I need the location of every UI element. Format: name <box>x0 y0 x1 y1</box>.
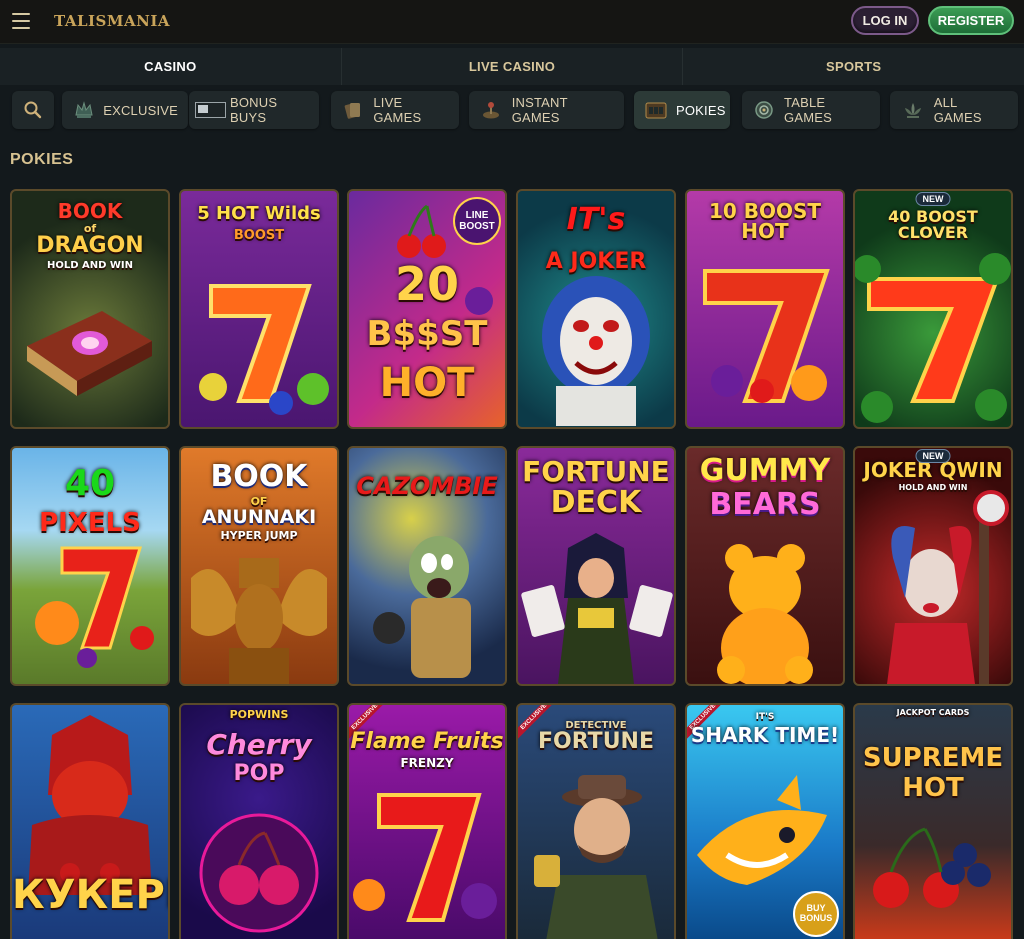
category-label: INSTANT GAMES <box>511 95 568 125</box>
game-title: IT'S <box>755 712 775 722</box>
category-label: EXCLUSIVE <box>103 102 178 118</box>
logo[interactable]: TALISMANIA <box>54 12 170 30</box>
tab-sports[interactable]: SPORTS <box>683 48 1024 85</box>
buy-bonus-badge: BUY BONUS <box>793 891 839 937</box>
category-all-games[interactable]: ALL GAMES <box>890 91 1018 129</box>
joystick-icon <box>479 99 504 121</box>
game-title: CAZOMBIE <box>356 472 498 500</box>
game-title: GUMMY <box>699 453 831 488</box>
category-label: BONUS BUYS <box>229 95 278 125</box>
cards-icon <box>341 99 365 121</box>
game-title: 20 <box>394 257 459 311</box>
game-tile-40-pixels[interactable]: 40 PIXELS <box>10 446 170 686</box>
game-tile-its-a-joker[interactable]: IT's A JOKER <box>516 189 676 429</box>
game-tile-40-boost-clover[interactable]: NEW 40 BOOST CLOVER <box>853 189 1013 429</box>
category-exclusive[interactable]: EXCLUSIVE <box>62 91 188 129</box>
game-tile-book-of-anunnaki[interactable]: BOOK OF ANUNNAKI HYPER JUMP <box>179 446 339 686</box>
game-title: 40 <box>64 463 116 504</box>
login-button[interactable]: LOG IN <box>851 6 919 35</box>
line-boost-badge: LINE BOOST <box>453 197 501 245</box>
category-instant-games[interactable]: INSTANT GAMES <box>469 91 624 129</box>
game-title: 10 BOOST HOT <box>708 199 822 243</box>
section-title: POKIES <box>10 151 74 168</box>
game-title: BEARS <box>709 487 821 522</box>
new-badge: NEW <box>915 192 951 206</box>
category-table-games[interactable]: TABLE GAMES <box>742 91 880 129</box>
category-pokies[interactable]: POKIES <box>634 91 730 129</box>
game-title: ANUNNAKI <box>201 506 317 528</box>
category-label: LIVE GAMES <box>373 95 422 125</box>
game-title: SHARK TIME! <box>690 723 840 747</box>
game-title: BOOST <box>233 228 285 243</box>
game-title: SUPREME <box>862 743 1004 773</box>
game-title: 5 HOT Wilds <box>197 203 321 224</box>
tab-casino[interactable]: CASINO <box>0 48 342 85</box>
top-bar: TALISMANIA LOG IN REGISTER <box>0 0 1024 44</box>
game-tile-detective-fortune[interactable]: EXCLUSIVE DETECTIVE FORTUNE <box>516 703 676 939</box>
game-title: FORTUNE <box>538 729 654 754</box>
game-title: FRENZY <box>400 756 454 770</box>
search-icon <box>20 99 46 121</box>
game-title: FORTUNE <box>522 455 670 488</box>
game-tile-cherry-pop[interactable]: POPWINS Cherry POP <box>179 703 339 939</box>
broken-image-icon <box>195 102 226 118</box>
game-title: POPWINS <box>229 708 289 721</box>
game-title: POP <box>233 761 285 786</box>
category-bonus-buys[interactable]: BONUS BUYS <box>189 91 319 129</box>
category-live-games[interactable]: LIVE GAMES <box>331 91 459 129</box>
game-tile-its-shark-time[interactable]: EXCLUSIVE BUY BONUS IT'S SHARK TIME! <box>685 703 845 939</box>
game-tile-10-boost-hot[interactable]: 10 BOOST HOT <box>685 189 845 429</box>
tab-live-casino[interactable]: LIVE CASINO <box>342 48 684 85</box>
game-title: BOOK <box>210 459 308 494</box>
game-title: HOT <box>379 360 475 406</box>
slot-machine-icon <box>644 99 668 121</box>
game-title: HOLD AND WIN <box>898 483 968 492</box>
new-badge: NEW <box>915 449 951 463</box>
game-title: Cherry <box>206 728 312 761</box>
category-label: ALL GAMES <box>933 95 982 125</box>
game-title: BOOK <box>57 199 123 223</box>
search-button[interactable] <box>12 91 54 129</box>
game-tile-joker-qwin[interactable]: NEW JOKER QWIN HOLD AND WIN <box>853 446 1013 686</box>
game-tile-cazombie[interactable]: CAZOMBIE <box>347 446 507 686</box>
game-title: JOKER QWIN <box>863 458 1003 482</box>
game-title: HOT <box>902 773 964 803</box>
game-title: КУКЕРИ <box>12 872 168 918</box>
game-tile-flame-fruits-frenzy[interactable]: EXCLUSIVE Flame Fruits FRENZY <box>347 703 507 939</box>
game-tile-fortune-deck[interactable]: FORTUNE DECK <box>516 446 676 686</box>
roulette-icon <box>752 99 776 121</box>
game-title: PIXELS <box>39 508 141 538</box>
game-title: DRAGON <box>36 233 144 258</box>
main-tabs: CASINO LIVE CASINO SPORTS <box>0 48 1024 85</box>
game-title: IT's <box>566 202 626 237</box>
menu-icon[interactable] <box>12 13 30 29</box>
game-title: DECK <box>550 485 642 520</box>
lotus-icon <box>900 99 926 121</box>
game-tile-supreme-hot[interactable]: JACKPOT CARDS SUPREME HOT <box>853 703 1013 939</box>
game-title: A JOKER <box>545 249 647 274</box>
category-label: POKIES <box>676 102 726 118</box>
register-button[interactable]: REGISTER <box>928 6 1014 35</box>
game-tile-20-boost-hot[interactable]: LINE BOOST 20 B$$ST HOT <box>347 189 507 429</box>
category-label: TABLE GAMES <box>784 95 832 125</box>
crown-icon <box>72 99 95 121</box>
game-title: B$$ST <box>366 314 488 354</box>
game-title: HOLD AND WIN <box>46 260 134 271</box>
game-tile-book-of-dragon[interactable]: BOOK of DRAGON HOLD AND WIN <box>10 189 170 429</box>
game-title: 40 BOOST CLOVER <box>888 207 978 242</box>
game-tile-gummy-bears[interactable]: GUMMY BEARS <box>685 446 845 686</box>
game-tile-kukeri[interactable]: КУКЕРИ <box>10 703 170 939</box>
game-title: HYPER JUMP <box>220 529 298 542</box>
game-title: JACKPOT CARDS <box>896 708 970 717</box>
game-tile-5-hot-wilds-boost[interactable]: 5 HOT Wilds BOOST <box>179 189 339 429</box>
game-title: Flame Fruits <box>350 729 504 754</box>
